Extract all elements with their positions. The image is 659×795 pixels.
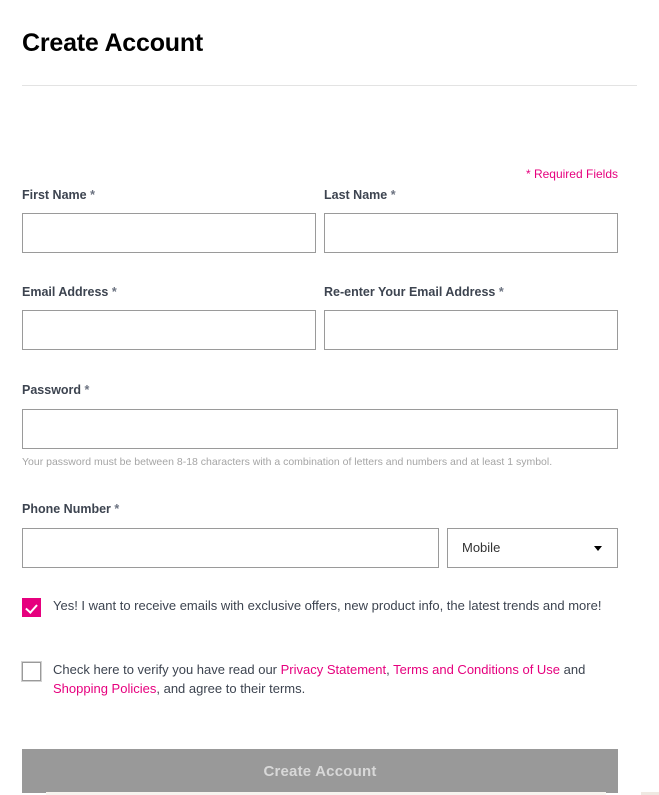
email-address-required-star: * — [108, 285, 117, 299]
email-address-input[interactable] — [22, 310, 316, 350]
terms-and-conditions-link[interactable]: Terms and Conditions of Use — [393, 662, 560, 677]
privacy-statement-link[interactable]: Privacy Statement — [281, 662, 387, 677]
last-name-label-text: Last Name — [324, 188, 388, 202]
re-enter-email-input[interactable] — [324, 310, 618, 350]
marketing-consent-label: Yes! I want to receive emails with exclu… — [53, 598, 602, 613]
create-account-submit-button[interactable]: Create Account — [22, 749, 618, 793]
required-fields-note: * Required Fields — [525, 167, 618, 181]
chevron-down-icon — [594, 546, 602, 551]
first-name-input[interactable] — [22, 213, 316, 253]
last-name-input[interactable] — [324, 213, 618, 253]
first-name-label-text: First Name — [22, 188, 87, 202]
re-enter-email-label: Re-enter Your Email Address * — [324, 284, 504, 300]
phone-number-input[interactable] — [22, 528, 439, 568]
first-name-label: First Name * — [22, 187, 95, 203]
last-name-required-star: * — [387, 188, 396, 202]
phone-type-selected-value: Mobile — [462, 540, 501, 555]
phone-number-required-star: * — [110, 502, 120, 516]
email-address-label: Email Address * — [22, 284, 117, 300]
phone-type-select[interactable]: Mobile — [447, 528, 618, 568]
terms-text-part-2: , and agree to their terms. — [156, 681, 306, 696]
marketing-consent-checkbox[interactable] — [22, 598, 41, 617]
re-enter-email-required-star: * — [495, 285, 504, 299]
password-input[interactable] — [22, 409, 618, 449]
first-name-required-star: * — [86, 188, 95, 202]
page-title: Create Account — [22, 29, 204, 57]
password-hint: Your password must be between 8-18 chara… — [22, 456, 553, 468]
email-address-label-text: Email Address — [22, 285, 109, 299]
terms-text-part-1: Check here to verify you have read our — [53, 662, 281, 677]
shopping-policies-link[interactable]: Shopping Policies — [53, 681, 156, 696]
terms-consent-label: Check here to verify you have read our P… — [53, 660, 619, 698]
create-account-page: Create Account * Required Fields First N… — [0, 0, 659, 795]
re-enter-email-label-text: Re-enter Your Email Address — [324, 285, 496, 299]
title-divider — [22, 85, 637, 86]
password-label: Password * — [22, 382, 89, 398]
password-required-star: * — [81, 383, 90, 397]
last-name-label: Last Name * — [324, 187, 396, 203]
phone-number-label-text: Phone Number — [22, 502, 111, 516]
terms-consent-checkbox[interactable] — [22, 662, 41, 681]
password-label-text: Password — [22, 383, 82, 397]
terms-separator-2: and — [560, 662, 586, 677]
phone-number-label: Phone Number * — [22, 501, 119, 517]
